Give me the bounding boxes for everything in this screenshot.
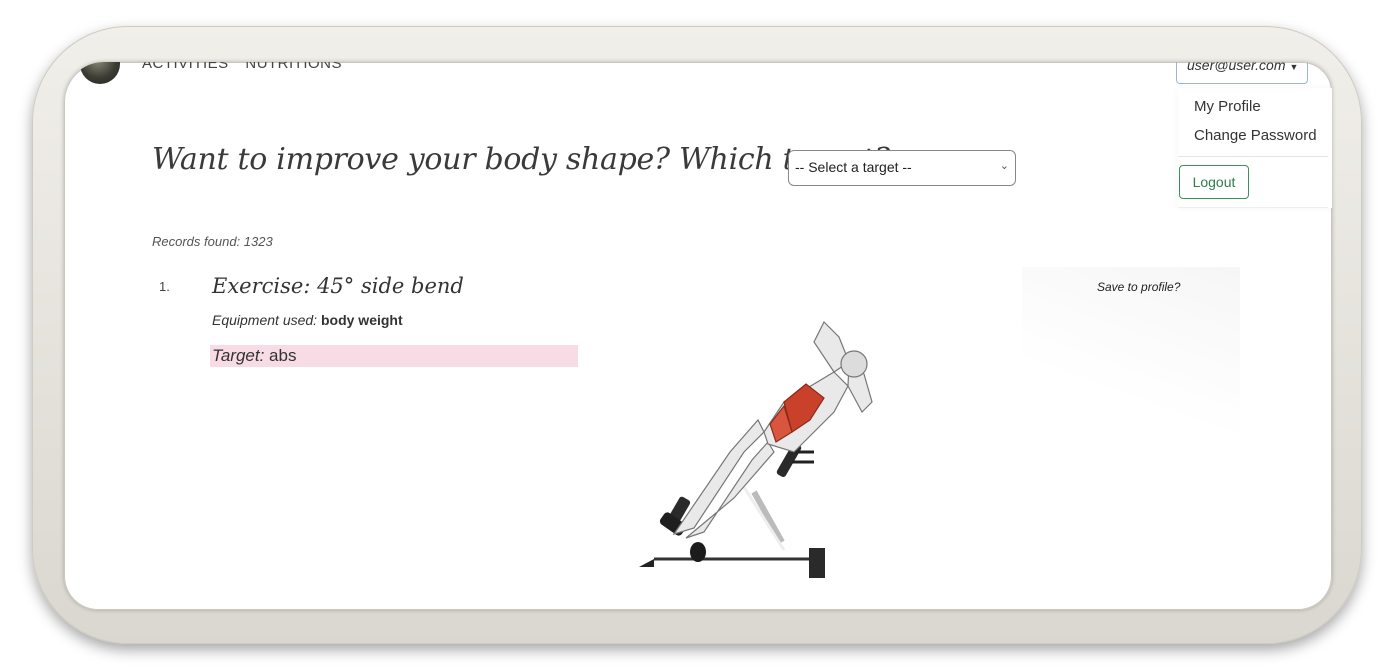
app-screen: ACTIVITIES NUTRITIONS user@user.com ▼ My … xyxy=(64,62,1332,610)
page-title: Want to improve your body shape? Which t… xyxy=(152,142,890,177)
user-email: user@user.com xyxy=(1187,62,1286,73)
caret-down-icon: ▼ xyxy=(1289,62,1299,72)
nav-link-activities[interactable]: ACTIVITIES xyxy=(142,62,229,72)
menu-item-my-profile[interactable]: My Profile xyxy=(1194,98,1261,115)
result-index: 1. xyxy=(159,279,170,294)
nav-link-nutritions[interactable]: NUTRITIONS xyxy=(245,62,342,72)
target-select-value: -- Select a target -- xyxy=(795,159,912,175)
exercise-title: Exercise: 45° side bend xyxy=(212,274,464,298)
avatar[interactable] xyxy=(80,62,120,84)
top-nav: ACTIVITIES NUTRITIONS xyxy=(142,62,354,72)
target-label: Target: xyxy=(212,346,265,365)
athlete-figure xyxy=(672,320,873,539)
chevron-down-icon: ⌄ xyxy=(999,160,1009,172)
save-to-profile-link[interactable]: Save to profile? xyxy=(1097,280,1180,294)
menu-item-change-password[interactable]: Change Password xyxy=(1194,127,1317,144)
menu-divider xyxy=(1178,207,1328,208)
user-dropdown-menu: My Profile Change Password Logout xyxy=(1178,88,1332,208)
target-badge: Target: abs xyxy=(210,345,578,367)
target-value: abs xyxy=(269,346,297,365)
equipment-label: Equipment used: xyxy=(212,312,318,328)
target-select[interactable]: -- Select a target -- ⌄ xyxy=(788,150,1016,186)
exercise-illustration xyxy=(639,320,873,578)
equipment-line: Equipment used: body weight xyxy=(212,312,403,328)
logout-button[interactable]: Logout xyxy=(1179,165,1249,199)
equipment-value: body weight xyxy=(320,312,403,328)
menu-divider xyxy=(1178,156,1328,157)
records-count: Records found: 1323 xyxy=(152,234,273,249)
user-menu-button[interactable]: user@user.com ▼ xyxy=(1176,62,1308,84)
